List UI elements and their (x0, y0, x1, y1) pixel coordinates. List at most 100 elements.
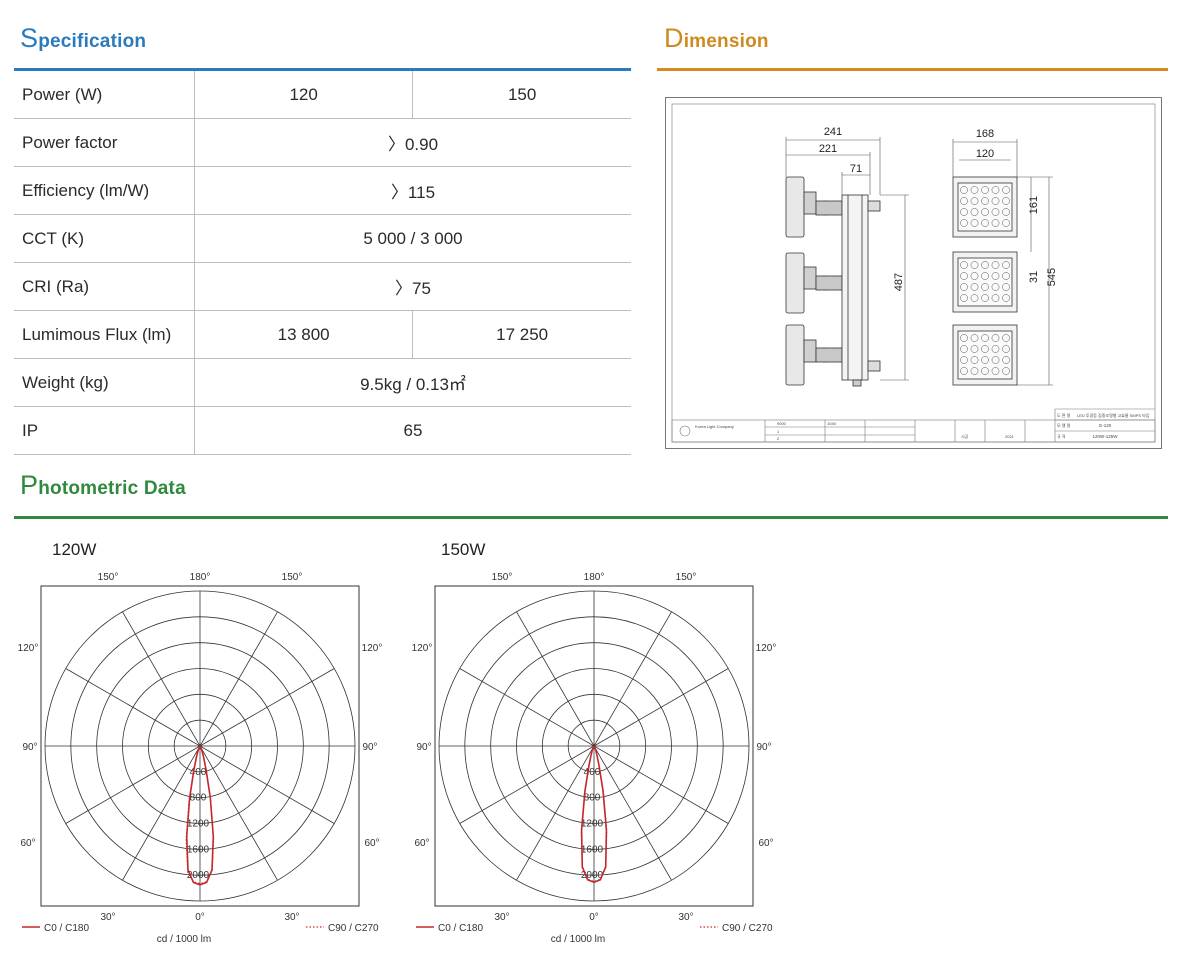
angle-label: 150° (98, 572, 119, 583)
polar-chart-150w: 400800120016002000180°150° 150°120° 120°90… (412, 572, 777, 945)
spec-value: 150 (412, 71, 631, 119)
spec-row-efficiency: Efficiency (lm/W) 〉115 (14, 166, 631, 215)
spec-row-power-factor: Power factor 〉0.90 (14, 118, 631, 167)
specification-heading-rest: pecification (38, 31, 147, 52)
spec-row-weight: Weight (kg) 9.5kg / 0.13㎡ (14, 358, 631, 407)
spec-value: 9.5kg / 0.13㎡ (194, 358, 631, 407)
spec-label: Weight (kg) (14, 358, 195, 407)
chart-title-150w: 150W (441, 540, 486, 559)
angle-label: 120° (18, 643, 39, 654)
dimension-heading-initial: D (664, 23, 684, 53)
angle-label: 30° (284, 912, 299, 923)
polar-chart-120w: 400800120016002000180°150° 150°120° 120°90… (18, 572, 383, 945)
angle-label: 90° (362, 742, 377, 753)
angle-label: 0° (589, 912, 599, 923)
title-block-model: G-120 (1099, 423, 1112, 428)
angle-label: 60° (758, 838, 773, 849)
unit-label: cd / 1000 lm (551, 934, 605, 945)
title-block-description: LED 투광등 집중조명형 고효율 SMPS 타입 (1077, 412, 1150, 418)
spec-row-power: Power (W) 120 150 (14, 71, 631, 119)
legend-label-c0: C0 / C180 (438, 923, 483, 934)
angle-label: 90° (756, 742, 771, 753)
spec-value: 120 (194, 71, 414, 119)
angle-label: 90° (22, 742, 37, 753)
angle-label: 150° (676, 572, 697, 583)
angle-label: 180° (190, 572, 211, 583)
angle-label: 120° (412, 643, 433, 654)
angle-label: 60° (364, 838, 379, 849)
dim-label-545: 545 (1046, 268, 1058, 286)
dimension-drawing: 241 221 71 487 168 120 161 31 545 Korea … (665, 97, 1162, 449)
title-block-label-b: 모 델 명 (1057, 422, 1071, 428)
ring-label: 1200 (187, 819, 210, 830)
title-block-power-range: 120W-125W (1093, 434, 1119, 439)
title-block-label-a: 도 면 명 (1057, 412, 1071, 418)
legend-label-c90: C90 / C270 (722, 923, 773, 934)
angle-label: 30° (100, 912, 115, 923)
dim-label-71: 71 (850, 163, 862, 175)
spec-row-cri: CRI (Ra) 〉75 (14, 262, 631, 311)
title-block-rev-b: 1040 (827, 421, 837, 426)
spec-label: Power factor (14, 118, 195, 167)
spec-row-cct: CCT (K) 5 000 / 3 000 (14, 214, 631, 263)
dim-label-161: 161 (1028, 196, 1040, 214)
title-block-rev-a: 9000 (777, 421, 787, 426)
photometric-heading-initial: P (20, 470, 39, 500)
angle-label: 180° (584, 572, 605, 583)
spec-value: 〉0.90 (194, 118, 631, 167)
photometric-heading: Photometric Data (20, 470, 186, 501)
spec-value: 13 800 (194, 310, 414, 359)
dimension-heading: Dimension (664, 23, 769, 54)
dim-label-168: 168 (976, 128, 994, 140)
specification-heading: Specification (20, 23, 146, 54)
unit-label: cd / 1000 lm (157, 934, 211, 945)
side-view (785, 176, 881, 387)
ring-label: 1600 (581, 844, 604, 855)
ring-label: 1600 (187, 844, 210, 855)
angle-label: 150° (492, 572, 513, 583)
ring-label: 1200 (581, 819, 604, 830)
dim-label-487: 487 (893, 273, 905, 291)
spec-label: CRI (Ra) (14, 262, 195, 311)
spec-label: Efficiency (lm/W) (14, 166, 195, 215)
ring-label: 800 (584, 793, 601, 804)
dim-label-31: 31 (1028, 271, 1040, 283)
angle-label: 30° (678, 912, 693, 923)
drawing-outer-frame (665, 97, 1162, 449)
ring-label: 800 (190, 793, 207, 804)
dimension-divider (657, 68, 1168, 71)
title-block-label-c: 규 격 (1057, 433, 1066, 439)
angle-label: 120° (756, 643, 777, 654)
spec-value: 17 250 (412, 310, 631, 359)
spec-label: CCT (K) (14, 214, 195, 263)
spec-label: Lumimous Flux (lm) (14, 310, 195, 359)
angle-label: 90° (416, 742, 431, 753)
angle-label: 0° (195, 912, 205, 923)
angle-label: 60° (20, 838, 35, 849)
spec-row-flux: Lumimous Flux (lm) 13 800 17 250 (14, 310, 631, 359)
legend-label-c90: C90 / C270 (328, 923, 379, 934)
spec-label: IP (14, 406, 195, 455)
dim-label-221: 221 (819, 143, 837, 155)
spec-value: 5 000 / 3 000 (194, 214, 631, 263)
spec-value: 〉75 (194, 262, 631, 311)
angle-label: 150° (282, 572, 303, 583)
angle-label: 60° (414, 838, 429, 849)
legend-label-c0: C0 / C180 (44, 923, 89, 934)
spec-value: 〉115 (194, 166, 631, 215)
angle-label: 120° (362, 643, 383, 654)
spec-row-ip: IP 65 (14, 406, 631, 455)
photometric-divider (14, 516, 1168, 519)
dim-label-120: 120 (976, 148, 994, 160)
dim-label-241: 241 (824, 126, 842, 138)
ring-label: 400 (584, 767, 601, 778)
chart-title-120w: 120W (52, 540, 97, 559)
specification-table: Power (W) 120 150 Power factor 〉0.90 Eff… (14, 71, 631, 455)
title-block-company: Korea Light Company (695, 424, 734, 429)
photometric-heading-rest: hotometric Data (38, 478, 186, 499)
spec-value: 65 (194, 406, 631, 455)
angle-label: 30° (494, 912, 509, 923)
title-block-cell-b: 2021 (1005, 434, 1015, 439)
specification-heading-initial: S (20, 23, 39, 53)
spec-label: Power (W) (14, 71, 195, 119)
